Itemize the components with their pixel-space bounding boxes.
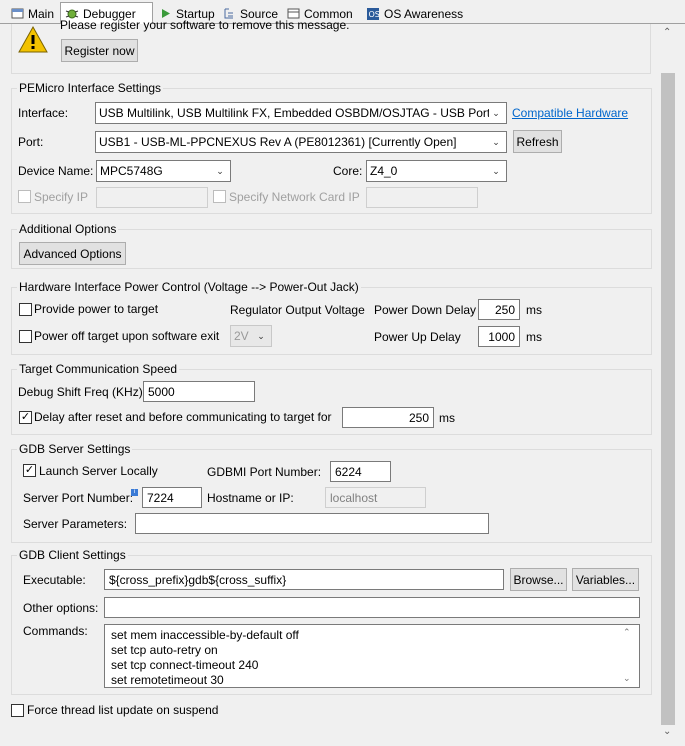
command-line: set tcp connect-timeout 240	[111, 658, 259, 672]
scroll-down-arrow-icon[interactable]: ⌄	[663, 726, 671, 737]
gdb-client-title: GDB Client Settings	[17, 548, 128, 562]
command-line: set tcp auto-retry on	[111, 643, 218, 657]
specify-ip-label: Specify IP	[34, 190, 89, 204]
advanced-options-button[interactable]: Advanced Options	[19, 242, 126, 265]
other-options-label: Other options:	[23, 601, 99, 615]
regulator-voltage-label: Regulator Output Voltage	[230, 303, 365, 317]
launch-server-locally-checkbox[interactable]: ✓	[23, 464, 36, 477]
device-name-select[interactable]: MPC5748G ⌄	[96, 160, 231, 182]
voltage-select[interactable]: 2V ⌄	[230, 325, 272, 347]
scrollbar-thumb[interactable]	[661, 73, 675, 725]
server-parameters-label: Server Parameters:	[23, 517, 128, 531]
additional-options-title: Additional Options	[17, 222, 119, 236]
power-down-delay-label: Power Down Delay	[374, 303, 477, 317]
warning-icon	[18, 24, 48, 57]
svg-text:OS: OS	[369, 10, 380, 19]
interface-label: Interface:	[18, 106, 69, 120]
power-control-group	[11, 287, 652, 355]
force-thread-list-label: Force thread list update on suspend	[27, 703, 219, 717]
power-up-unit: ms	[526, 330, 542, 344]
compatible-hardware-link[interactable]: Compatible Hardware	[512, 106, 628, 120]
tab-os-awareness-label: OS Awareness	[384, 6, 464, 21]
power-off-checkbox[interactable]	[19, 330, 32, 343]
debug-shift-freq-input[interactable]: 5000	[143, 381, 255, 402]
core-select[interactable]: Z4_0 ⌄	[366, 160, 507, 182]
core-label: Core:	[333, 164, 363, 178]
chevron-down-icon: ⌄	[492, 107, 500, 118]
commands-label: Commands:	[23, 624, 88, 638]
comm-speed-title: Target Communication Speed	[17, 362, 180, 376]
power-up-delay-label: Power Up Delay	[374, 330, 461, 344]
commands-textarea[interactable]: set mem inaccessible-by-default off set …	[104, 624, 640, 688]
register-now-button[interactable]: Register now	[61, 39, 138, 62]
debug-shift-freq-label: Debug Shift Freq (KHz)	[18, 385, 143, 399]
scroll-up-icon[interactable]: ⌃	[623, 627, 631, 638]
warning-message: Please register your software to remove …	[60, 18, 350, 32]
server-port-input[interactable]: 7224	[142, 487, 202, 508]
server-parameters-input[interactable]	[135, 513, 489, 534]
gdb-server-title: GDB Server Settings	[17, 442, 133, 456]
specify-nic-checkbox[interactable]	[213, 190, 226, 203]
voltage-value: 2V	[234, 329, 249, 343]
specify-nic-input[interactable]	[366, 187, 478, 208]
hostname-input[interactable]: localhost	[325, 487, 426, 508]
gdbmi-port-label: GDBMI Port Number:	[207, 465, 322, 479]
comm-speed-group	[11, 369, 652, 435]
port-select[interactable]: USB1 - USB-ML-PPCNEXUS Rev A (PE8012361)…	[95, 131, 507, 153]
chevron-down-icon: ⌄	[492, 165, 500, 176]
pemicro-title: PEMicro Interface Settings	[17, 81, 164, 95]
power-down-delay-input[interactable]: 250	[478, 299, 520, 320]
power-off-label: Power off target upon software exit	[34, 329, 220, 343]
specify-nic-label: Specify Network Card IP	[229, 190, 360, 204]
chevron-down-icon: ⌄	[492, 136, 500, 147]
executable-label: Executable:	[23, 573, 86, 587]
port-label: Port:	[18, 135, 44, 149]
tab-os-awareness[interactable]: OS OS Awareness	[362, 3, 467, 24]
info-icon: i	[131, 489, 138, 496]
delay-after-reset-label: Delay after reset and before communicati…	[34, 410, 332, 424]
force-thread-list-checkbox[interactable]	[11, 704, 24, 717]
specify-ip-input[interactable]	[96, 187, 208, 208]
power-control-title: Hardware Interface Power Control (Voltag…	[17, 280, 361, 294]
power-up-delay-input[interactable]: 1000	[478, 326, 520, 347]
power-down-unit: ms	[526, 303, 542, 317]
other-options-input[interactable]	[104, 597, 640, 618]
delay-after-reset-checkbox[interactable]: ✓	[19, 411, 32, 424]
executable-input[interactable]: ${cross_prefix}gdb${cross_suffix}	[104, 569, 504, 590]
device-name-label: Device Name:	[18, 164, 94, 178]
device-name-value: MPC5748G	[100, 164, 163, 178]
tab-main-label: Main	[28, 6, 55, 21]
launch-server-locally-label: Launch Server Locally	[39, 464, 158, 478]
provide-power-checkbox[interactable]	[19, 303, 32, 316]
gdbmi-port-input[interactable]: 6224	[330, 461, 391, 482]
main-tab-icon	[10, 7, 24, 21]
os-icon: OS	[366, 7, 380, 21]
browse-button[interactable]: Browse...	[510, 568, 567, 591]
delay-after-reset-input[interactable]: 250	[342, 407, 434, 428]
chevron-down-icon: ⌄	[216, 165, 224, 176]
core-value: Z4_0	[370, 164, 398, 178]
refresh-button[interactable]: Refresh	[513, 130, 562, 153]
interface-value: USB Multilink, USB Multilink FX, Embedde…	[99, 106, 489, 120]
scroll-down-icon[interactable]: ⌄	[623, 673, 631, 684]
scroll-up-arrow-icon[interactable]: ⌃	[663, 27, 671, 38]
chevron-down-icon: ⌄	[257, 330, 265, 341]
command-line: set remotetimeout 30	[111, 673, 224, 687]
tab-main[interactable]: Main	[6, 3, 58, 24]
hostname-label: Hostname or IP:	[207, 491, 294, 505]
specify-ip-checkbox[interactable]	[18, 190, 31, 203]
variables-button[interactable]: Variables...	[572, 568, 639, 591]
command-line: set mem inaccessible-by-default off	[111, 628, 299, 642]
server-port-label: Server Port Number:	[23, 491, 134, 505]
port-value: USB1 - USB-ML-PPCNEXUS Rev A (PE8012361)…	[99, 135, 457, 149]
interface-select[interactable]: USB Multilink, USB Multilink FX, Embedde…	[95, 102, 507, 124]
delay-after-reset-unit: ms	[439, 411, 455, 425]
provide-power-label: Provide power to target	[34, 302, 159, 316]
